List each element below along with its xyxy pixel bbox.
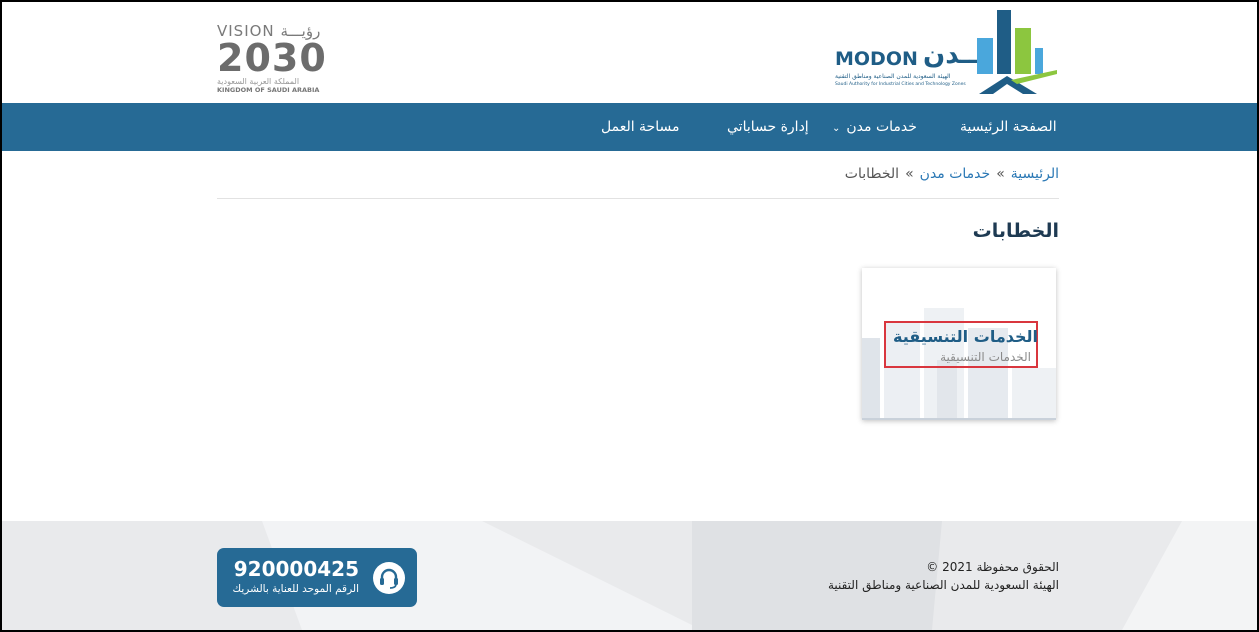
coordination-services-card[interactable]: الخدمات التنسيقية الخدمات التنسيقية	[862, 268, 1056, 420]
modon-logo[interactable]: MODON مــدن الهيئة السعودية للمدن الصناع…	[827, 10, 1059, 98]
footer-background-shapes	[262, 521, 1257, 630]
card-title[interactable]: الخدمات التنسيقية	[893, 327, 1038, 346]
nav-manage-accounts[interactable]: إدارة حساباتي	[727, 103, 809, 151]
breadcrumb-services[interactable]: خدمات مدن	[920, 166, 991, 182]
nav-workspace[interactable]: مساحة العمل	[601, 103, 679, 151]
site-header: VISION رؤيـــة 2030 المملكة العربية السع…	[2, 2, 1257, 103]
nav-home[interactable]: الصفحة الرئيسية	[960, 103, 1057, 151]
breadcrumb-home[interactable]: الرئيسية	[1011, 166, 1059, 182]
breadcrumb: الرئيسية » خدمات مدن » الخطابات	[845, 166, 1059, 182]
page-title: الخطابات	[972, 220, 1059, 242]
copyright-text: الحقوق محفوظة 2021 ©	[926, 560, 1059, 574]
divider	[217, 198, 1059, 199]
modon-subtitle-ar: الهيئة السعودية للمدن الصناعية ومناطق ال…	[835, 73, 951, 80]
headset-icon	[373, 562, 405, 594]
main-nav: الصفحة الرئيسية خدمات مدن ⌄ إدارة حساباتي…	[2, 103, 1257, 151]
breadcrumb-current: الخطابات	[844, 166, 900, 182]
breadcrumb-separator: »	[996, 166, 1005, 182]
vision-year: 2030	[217, 36, 327, 80]
modon-subtitle-en: Saudi Authority for Industrial Cities an…	[835, 82, 966, 87]
modon-name-en: MODON	[835, 48, 918, 70]
nav-modon-services-label: خدمات مدن	[846, 119, 917, 135]
hotline-badge[interactable]: 920000425 الرقم الموحد للعناية بالشريك	[217, 548, 417, 607]
chevron-down-icon: ⌄	[832, 123, 841, 134]
authority-name: الهيئة السعودية للمدن الصناعية ومناطق ال…	[827, 578, 1059, 592]
breadcrumb-separator: »	[905, 166, 914, 182]
modon-buildings-icon	[977, 10, 1057, 94]
vision-kingdom-english: KINGDOM OF SAUDI ARABIA	[217, 86, 320, 94]
nav-modon-services[interactable]: خدمات مدن ⌄	[832, 103, 917, 151]
browser-page: VISION رؤيـــة 2030 المملكة العربية السع…	[2, 2, 1257, 630]
hotline-label: الرقم الموحد للعناية بالشريك	[232, 583, 359, 595]
site-footer: الحقوق محفوظة 2021 © الهيئة السعودية للم…	[2, 521, 1257, 630]
hotline-number: 920000425	[233, 557, 359, 581]
vision-kingdom-arabic: المملكة العربية السعودية	[217, 77, 300, 86]
card-subtitle: الخدمات التنسيقية	[940, 350, 1031, 364]
vision-2030-logo: VISION رؤيـــة 2030 المملكة العربية السع…	[217, 22, 347, 94]
